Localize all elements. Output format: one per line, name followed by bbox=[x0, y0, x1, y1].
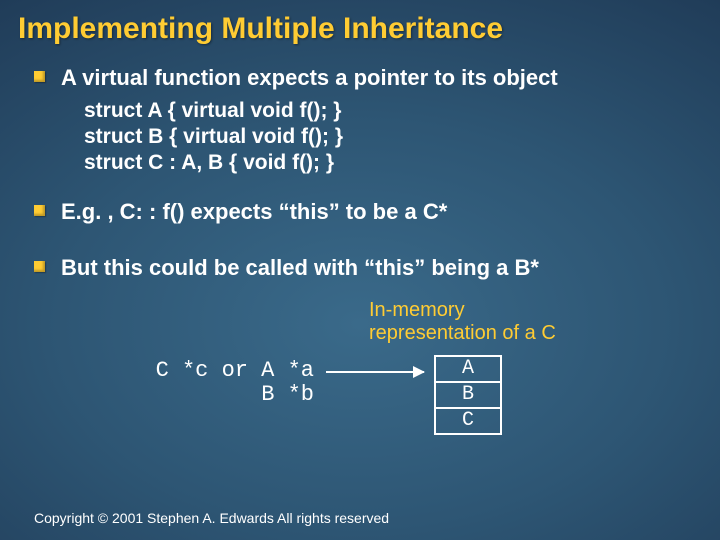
bullet-1: A virtual function expects a pointer to … bbox=[34, 64, 686, 92]
code-line-2: struct B { virtual void f(); } bbox=[84, 124, 686, 150]
bullet-marker-icon bbox=[34, 71, 45, 82]
bullet-2: E.g. , C: : f() expects “this” to be a C… bbox=[34, 198, 686, 226]
bullet-2-text: E.g. , C: : f() expects “this” to be a C… bbox=[61, 198, 447, 226]
pointer-row-2: B *b bbox=[124, 383, 314, 407]
memory-cell-c: C bbox=[436, 409, 500, 433]
slide-title: Implementing Multiple Inheritance bbox=[0, 0, 720, 46]
arrow-icon bbox=[326, 371, 424, 373]
slide-content: A virtual function expects a pointer to … bbox=[0, 46, 720, 449]
diagram-caption: In-memory representation of a C bbox=[369, 299, 556, 345]
bullet-1-text: A virtual function expects a pointer to … bbox=[61, 64, 558, 92]
diagram: In-memory representation of a C C *c or … bbox=[34, 299, 686, 449]
code-line-3: struct C : A, B { void f(); } bbox=[84, 150, 686, 176]
bullet-3-text: But this could be called with “this” bei… bbox=[61, 254, 539, 282]
bullet-marker-icon bbox=[34, 261, 45, 272]
caption-line-2: representation of a C bbox=[369, 322, 556, 344]
memory-table: A B C bbox=[434, 355, 502, 435]
pointer-row-1: C *c or A *a bbox=[124, 359, 314, 383]
memory-cell-a: A bbox=[436, 357, 500, 383]
copyright-text: Copyright © 2001 Stephen A. Edwards All … bbox=[34, 510, 389, 526]
memory-cell-b: B bbox=[436, 383, 500, 409]
code-block: struct A { virtual void f(); } struct B … bbox=[84, 98, 686, 177]
pointer-labels: C *c or A *a B *b bbox=[124, 359, 314, 407]
bullet-3: But this could be called with “this” bei… bbox=[34, 254, 686, 282]
code-line-1: struct A { virtual void f(); } bbox=[84, 98, 686, 124]
bullet-marker-icon bbox=[34, 205, 45, 216]
caption-line-1: In-memory bbox=[369, 299, 465, 321]
